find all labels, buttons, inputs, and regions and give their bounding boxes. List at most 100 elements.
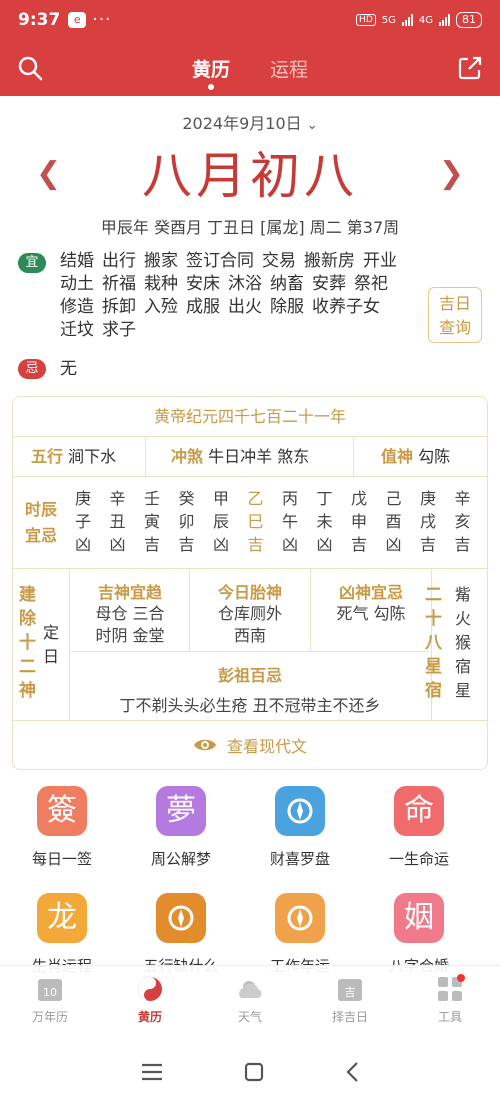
signal-icon [401, 14, 413, 26]
search-icon[interactable] [16, 54, 44, 82]
chongsha-title: 冲煞 [171, 447, 204, 466]
hour-column: 乙巳吉 [246, 487, 266, 556]
pengzu-block: 彭祖百忌 丁不剃头头必生疮 丑不冠带主不还乡 [71, 651, 429, 721]
jianchu-title-char: 二 [19, 657, 36, 677]
hour-stem: 戊 [350, 489, 367, 508]
hour-luck: 凶 [281, 535, 298, 554]
hour-branch: 寅 [143, 512, 160, 531]
jiri-button-line2: 查询 [438, 318, 471, 337]
gods-section: 建除十二神 定日 吉神宜趋 母仓 三合 时阴 金堂 今日胎神 仓库厕外 西南 凶… [13, 569, 487, 721]
next-day-chevron-icon[interactable]: ❯ [439, 156, 464, 191]
yi-item: 结婚 [60, 251, 94, 271]
nav-zejiri[interactable]: 吉择吉日 [300, 966, 400, 1037]
yi-badge: 宜 [18, 253, 46, 273]
tool-item[interactable]: 姻八字合婚 [369, 893, 469, 976]
hour-stem: 丁 [316, 489, 333, 508]
status-time: 9:37 [18, 10, 61, 30]
yi-item: 纳畜 [270, 274, 304, 294]
jianchu-title-char: 除 [19, 609, 36, 629]
tool-icon [275, 786, 325, 836]
tool-icon [275, 893, 325, 943]
xiu-title-char: 二 [425, 585, 442, 605]
hour-luck: 凶 [385, 535, 402, 554]
tool-item[interactable]: 夢周公解梦 [131, 786, 231, 869]
jianchu-value: 定日 [43, 621, 61, 669]
era-row: 黄帝纪元四千七百二十一年 [13, 397, 487, 437]
hd-icon: HD [356, 14, 376, 26]
view-modern-text-button[interactable]: 查看现代文 [13, 727, 487, 767]
hour-luck: 凶 [109, 535, 126, 554]
svg-text:吉: 吉 [345, 986, 356, 999]
tool-label: 一生命运 [388, 850, 449, 868]
menu-icon[interactable] [141, 1063, 163, 1085]
hour-branch: 丑 [109, 512, 126, 531]
tool-item[interactable]: 工作年运 [250, 893, 350, 976]
nav-label: 天气 [237, 1010, 262, 1024]
pengzu-value: 丁不剃头头必生疮 丑不冠带主不还乡 [119, 696, 381, 715]
hour-column: 辛丑凶 [108, 487, 128, 556]
hour-luck: 凶 [212, 535, 229, 554]
yi-item: 拆卸 [102, 297, 136, 317]
almanac-card: 黄帝纪元四千七百二十一年 五行 涧下水 冲煞 牛日冲羊 煞东 值神 勾陈 时辰 … [12, 396, 488, 770]
share-icon[interactable] [456, 54, 484, 82]
status-bar: 9:37 e ··· HD 5G 4G 81 [0, 0, 500, 40]
chongsha-value: 牛日冲羊 煞东 [208, 447, 310, 466]
hour-stem: 己 [385, 489, 402, 508]
nav-label: 黄历 [137, 1010, 162, 1024]
taishen-block: 今日胎神 仓库厕外 西南 [190, 569, 310, 651]
system-nav-bar [0, 1037, 500, 1111]
taishen-line1: 仓库厕外 [217, 604, 282, 623]
jishen-line1: 母仓 三合 [95, 604, 165, 623]
nav-huangli[interactable]: 黄历 [100, 966, 200, 1037]
xiu-title-char: 八 [425, 633, 442, 653]
taishen-title: 今日胎神 [217, 583, 282, 602]
prev-day-chevron-icon[interactable]: ❮ [36, 156, 61, 191]
hour-stem: 癸 [178, 489, 195, 508]
xiongshen-title: 凶神宜忌 [338, 583, 403, 602]
jianchu-title-char: 建 [19, 585, 36, 605]
ji-list: 无 [60, 359, 77, 379]
jishen-block: 吉神宜趋 母仓 三合 时阴 金堂 [71, 569, 189, 651]
back-icon[interactable] [345, 1061, 359, 1087]
tab-huangli[interactable]: 黄历 [192, 55, 230, 90]
yi-item: 出火 [228, 297, 262, 317]
hour-branch: 辰 [212, 512, 229, 531]
tool-item[interactable]: 五行缺什么 [131, 893, 231, 976]
yi-item: 祈福 [102, 274, 136, 294]
tool-item[interactable]: 财喜罗盘 [250, 786, 350, 869]
hour-column: 丁未凶 [315, 487, 335, 556]
tab-yuncheng[interactable]: 运程 [270, 55, 308, 82]
hours-label-line2: 宜忌 [25, 526, 58, 545]
battery-icon: 81 [456, 12, 482, 28]
ji-badge: 忌 [18, 359, 46, 379]
yi-item: 求子 [102, 320, 136, 340]
bottom-nav: 10 万年历 黄历 天气吉择吉日 工具 [0, 965, 500, 1037]
svg-text:10: 10 [43, 986, 57, 999]
taishen-line2: 西南 [233, 626, 266, 645]
home-icon[interactable] [244, 1062, 264, 1086]
nav-wannianli[interactable]: 10 万年历 [0, 966, 100, 1037]
yi-item: 交易 [262, 251, 296, 271]
tool-icon: 命 [394, 786, 444, 836]
tool-label: 周公解梦 [150, 850, 211, 868]
header-tabs: 黄历 运程 [192, 55, 308, 90]
tool-item[interactable]: 龙生肖运程 [12, 893, 112, 976]
hour-stem: 丙 [281, 489, 298, 508]
wuxing-row: 五行 涧下水 冲煞 牛日冲羊 煞东 值神 勾陈 [13, 437, 487, 477]
xiu-value-char: 猴 [455, 633, 472, 652]
nav-tools[interactable]: 工具 [400, 966, 500, 1037]
hours-label-line1: 时辰 [25, 500, 58, 519]
jishen-title: 吉神宜趋 [97, 583, 162, 602]
tool-item[interactable]: 命一生命运 [369, 786, 469, 869]
date-selector[interactable]: 2024年9月10日 ⌄ [0, 110, 500, 134]
hour-luck: 凶 [74, 535, 91, 554]
nav-weather[interactable]: 天气 [200, 966, 300, 1037]
yi-item: 成服 [186, 297, 220, 317]
tool-item[interactable]: 簽每日一签 [12, 786, 112, 869]
xiu-value-char: 宿 [455, 657, 472, 676]
jiri-query-button[interactable]: 吉日 查询 [428, 287, 482, 343]
hour-branch: 戌 [419, 512, 436, 531]
nav-label: 择吉日 [331, 1010, 368, 1024]
hour-stem: 庚 [74, 489, 91, 508]
hour-branch: 巳 [247, 512, 264, 531]
